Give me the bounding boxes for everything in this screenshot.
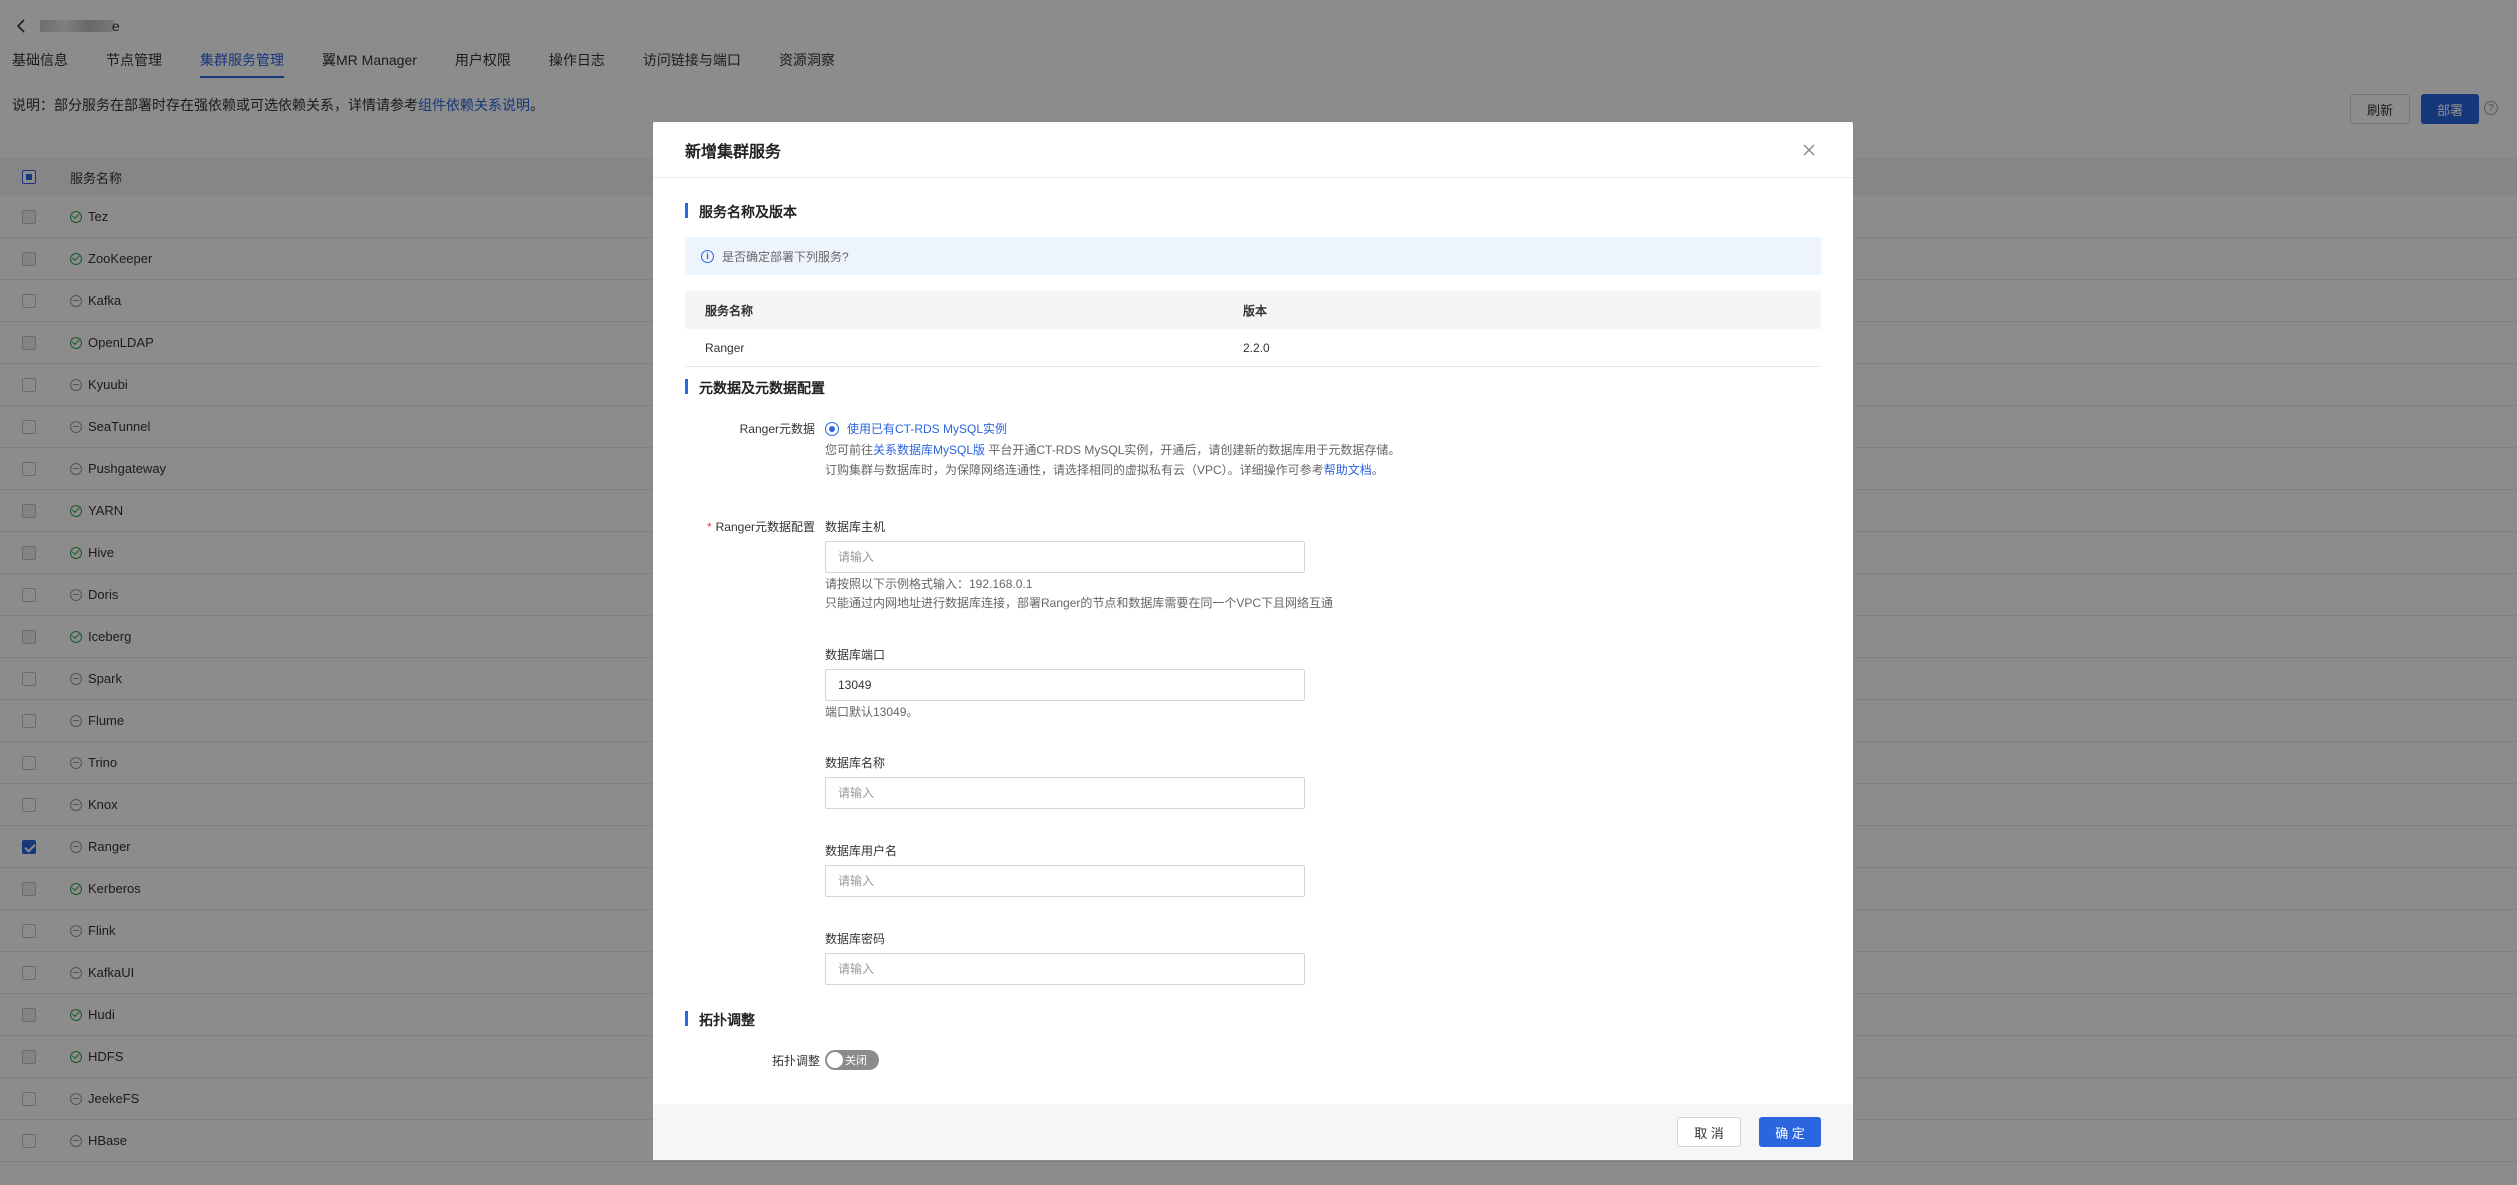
help-doc-link[interactable]: 帮助文档 (1324, 463, 1372, 477)
table-row: Ranger 2.2.0 (685, 329, 1821, 367)
section-title-service: 服务名称及版本 (685, 202, 797, 222)
db-password-input[interactable] (825, 953, 1305, 985)
metadata-config-label: * Ranger元数据配置 (706, 520, 815, 534)
cell-version: 2.2.0 (1243, 340, 1270, 355)
db-host-input[interactable] (825, 541, 1305, 573)
dialog-body: 服务名称及版本 i 是否确定部署下列服务? 服务名称 版本 Ranger 2.2… (653, 178, 1853, 1104)
column-header-version: 版本 (1243, 303, 1268, 318)
db-name-input[interactable] (825, 777, 1305, 809)
db-host-hint: 请按照以下示例格式输入：192.168.0.1 只能通过内网地址进行数据库连接，… (825, 577, 1334, 610)
mysql-link[interactable]: 关系数据库MySQL版 (873, 443, 985, 457)
db-password-label: 数据库密码 (825, 932, 886, 946)
radio-label: 使用已有CT-RDS MySQL实例 (847, 422, 1008, 436)
close-icon[interactable] (1801, 142, 1817, 158)
radio-selected-icon (825, 421, 839, 436)
db-port-label: 数据库端口 (825, 648, 886, 662)
db-username-label: 数据库用户名 (825, 844, 898, 858)
add-service-dialog: 新增集群服务 服务名称及版本 i 是否确定部署下列服务? 服务名称 版本 Ran… (653, 122, 1853, 1160)
dialog-title: 新增集群服务 (685, 143, 782, 161)
column-header-name: 服务名称 (705, 303, 754, 318)
table-header: 服务名称 版本 (685, 291, 1821, 329)
cancel-button[interactable]: 取 消 (1677, 1117, 1741, 1147)
info-icon: i (701, 249, 714, 263)
db-name-label: 数据库名称 (825, 756, 886, 770)
metadata-hint: 您可前往关系数据库MySQL版 平台开通CT-RDS MySQL实例，开通后，请… (825, 443, 1401, 477)
db-host-label: 数据库主机 (825, 520, 886, 534)
section-title-metadata: 元数据及元数据配置 (685, 378, 825, 398)
confirm-button[interactable]: 确 定 (1759, 1117, 1821, 1147)
topology-label: 拓扑调整? (685, 1052, 837, 1069)
info-alert-text: 是否确定部署下列服务? (722, 249, 849, 264)
db-username-input[interactable] (825, 865, 1305, 897)
topology-toggle[interactable]: 关闭 (825, 1050, 879, 1070)
dialog-header: 新增集群服务 (653, 122, 1853, 178)
db-port-hint: 端口默认13049。 (825, 705, 919, 719)
cell-service-name: Ranger (705, 340, 745, 355)
use-existing-rds-radio[interactable]: 使用已有CT-RDS MySQL实例 (825, 420, 1007, 437)
section-title-topology: 拓扑调整 (685, 1010, 755, 1030)
info-alert: i 是否确定部署下列服务? (685, 237, 1821, 275)
dialog-footer: 取 消 确 定 (653, 1104, 1853, 1160)
service-version-table: 服务名称 版本 Ranger 2.2.0 (685, 291, 1821, 367)
metadata-label: Ranger元数据 (739, 422, 815, 436)
db-port-input[interactable] (825, 669, 1305, 701)
